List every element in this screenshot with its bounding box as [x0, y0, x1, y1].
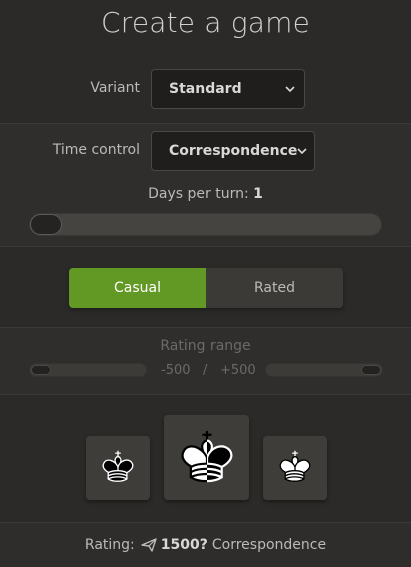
create-game-dialog: Create a game Variant Standard Time cont… — [0, 0, 411, 567]
chevron-down-icon — [284, 83, 296, 95]
white-king-icon — [275, 446, 315, 490]
time-control-label: Time control — [52, 142, 140, 158]
rating-range-max-thumb[interactable] — [361, 365, 381, 375]
rating-range-max-value: +500 — [220, 363, 256, 378]
casual-button[interactable]: Casual — [69, 268, 206, 308]
rating-perf: Correspondence — [211, 537, 327, 553]
time-control-select-value: Correspondence — [169, 143, 298, 159]
days-per-turn-slider[interactable] — [29, 213, 382, 236]
time-control-select[interactable]: Correspondence — [151, 131, 315, 171]
chevron-down-icon — [297, 145, 307, 157]
rating-range-min-thumb[interactable] — [31, 365, 51, 375]
variant-select[interactable]: Standard — [151, 69, 305, 109]
days-per-turn-text: Days per turn: — [148, 186, 249, 202]
rating-range-min-slider[interactable] — [29, 363, 147, 377]
rating-label: Rating: — [84, 537, 135, 553]
variant-label: Variant — [90, 80, 140, 96]
rating-range-min-value: -500 — [161, 363, 191, 378]
black-king-icon — [98, 446, 138, 490]
rating-range-separator: / — [203, 363, 208, 378]
play-random-button[interactable] — [164, 415, 249, 500]
dialog-title: Create a game — [100, 6, 311, 39]
days-per-turn-value: 1 — [253, 186, 263, 202]
days-per-turn-label: Days per turn: 1 — [0, 186, 411, 202]
paper-plane-icon — [141, 538, 157, 552]
variant-select-value: Standard — [169, 81, 242, 97]
rating-range-max-slider[interactable] — [265, 363, 383, 377]
rated-button[interactable]: Rated — [206, 268, 343, 308]
rating-value: 1500? — [160, 537, 208, 553]
days-per-turn-slider-thumb[interactable] — [30, 214, 62, 235]
rating-footer: Rating: 1500? Correspondence — [0, 522, 411, 567]
play-black-button[interactable] — [86, 436, 150, 500]
random-king-icon — [174, 423, 240, 493]
play-white-button[interactable] — [263, 436, 327, 500]
mode-toggle: Casual Rated — [69, 268, 343, 308]
rating-range-label: Rating range — [160, 338, 251, 354]
